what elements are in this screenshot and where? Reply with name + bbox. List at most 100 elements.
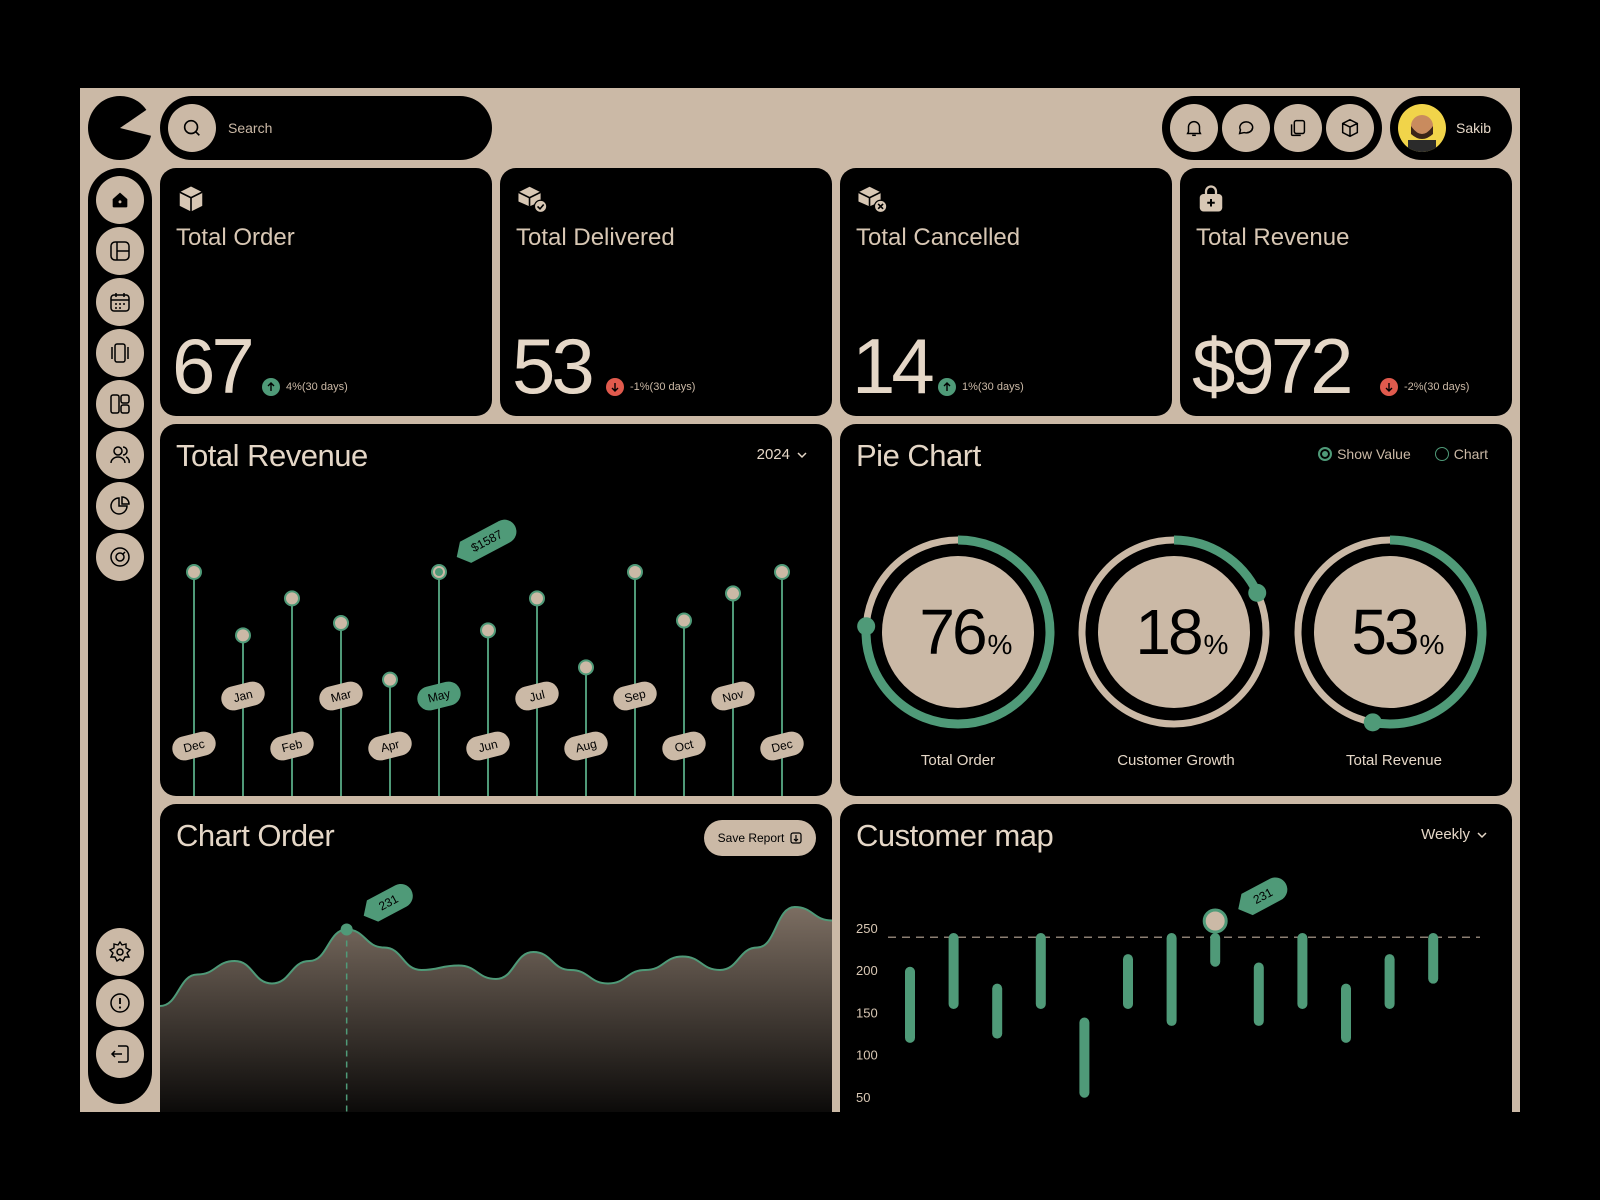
value-tag: 231 bbox=[363, 883, 413, 922]
lollipop-point bbox=[578, 659, 594, 676]
search-bar[interactable]: Search bbox=[160, 96, 492, 160]
order-panel: Chart Order Save Report 231 bbox=[160, 804, 832, 1112]
stat-card-total-delivered: Total Delivered 53 -1%(30 days) bbox=[500, 168, 832, 416]
settings-icon[interactable] bbox=[96, 928, 144, 976]
range-bar bbox=[905, 966, 915, 1043]
range-bar bbox=[948, 932, 959, 1010]
month-label: Dec bbox=[760, 731, 804, 761]
stat-change-text: 1%(30 days) bbox=[962, 381, 1024, 393]
pie-charts: 76% 18% 53% bbox=[857, 535, 1487, 732]
box-check-icon bbox=[516, 184, 548, 219]
avatar[interactable] bbox=[1398, 104, 1446, 152]
revenue-chart: DecJanFebMarAprMay$1587JunJulAugSepOctNo… bbox=[172, 519, 804, 796]
stat-card-total-revenue: Total Revenue $972 -2%(30 days) bbox=[1180, 168, 1512, 416]
home-icon[interactable] bbox=[96, 176, 144, 224]
stat-card-total-order: Total Order 67 4%(30 days) bbox=[160, 168, 492, 416]
lollipop-point bbox=[333, 615, 349, 632]
pie-icon[interactable] bbox=[96, 482, 144, 530]
month-label: Apr bbox=[368, 731, 412, 761]
y-tick-label: 50 bbox=[856, 1090, 870, 1105]
lollipop-point bbox=[186, 564, 202, 580]
donut-value: 53 bbox=[1351, 596, 1417, 668]
user-profile[interactable]: Sakib bbox=[1390, 96, 1512, 160]
y-tick-label: 250 bbox=[856, 921, 878, 936]
range-bar bbox=[1210, 932, 1221, 967]
target-icon[interactable] bbox=[96, 533, 144, 581]
chat-icon[interactable] bbox=[1222, 104, 1270, 152]
stat-change: -1%(30 days) bbox=[606, 378, 695, 396]
donut-value: 18 bbox=[1135, 596, 1201, 668]
lollipop-point-highlight bbox=[435, 568, 443, 576]
donut-percent-sign: % bbox=[1204, 629, 1229, 660]
range-bar bbox=[1123, 954, 1133, 1010]
month-label: Jan bbox=[221, 681, 265, 711]
donut-end-dot bbox=[1248, 583, 1267, 602]
lollipop-point bbox=[725, 585, 741, 602]
y-tick-label: 100 bbox=[856, 1048, 878, 1063]
stat-title: Total Order bbox=[176, 224, 295, 251]
donut-label: Total Order bbox=[920, 752, 996, 769]
carousel-icon[interactable] bbox=[96, 329, 144, 377]
logo-icon bbox=[120, 106, 152, 136]
donut-end-dot bbox=[857, 617, 876, 636]
y-tick-label: 200 bbox=[856, 963, 878, 978]
dashboard-frame: Search Sakib Total Order 67 4%(30 days) … bbox=[80, 88, 1520, 1112]
donut-label: Customer Growth bbox=[1117, 752, 1235, 769]
grid-icon[interactable] bbox=[96, 380, 144, 428]
stat-change: 4%(30 days) bbox=[262, 378, 348, 396]
lollipop-point bbox=[480, 622, 496, 639]
stat-title: Total Cancelled bbox=[856, 224, 1021, 251]
arrow-up-icon bbox=[938, 378, 956, 396]
app-logo[interactable] bbox=[88, 96, 152, 160]
month-label: Aug bbox=[564, 731, 608, 761]
stat-title: Total Revenue bbox=[1196, 224, 1350, 251]
search-input[interactable]: Search bbox=[228, 120, 272, 136]
box-icon[interactable] bbox=[1326, 104, 1374, 152]
arrow-down-icon bbox=[606, 378, 624, 396]
search-icon[interactable] bbox=[168, 104, 216, 152]
customer-map-panel: Customer map Weekly 50 100 150 200 250 231 bbox=[840, 804, 1512, 1112]
donut-value: 76 bbox=[919, 596, 985, 668]
user-name: Sakib bbox=[1456, 120, 1492, 136]
sidebar bbox=[88, 168, 152, 1104]
stat-title: Total Delivered bbox=[516, 224, 675, 251]
header-icon-bar bbox=[1162, 96, 1382, 160]
month-label: May bbox=[417, 681, 461, 711]
highlight-point bbox=[340, 923, 353, 936]
value-tag: 231 bbox=[1238, 877, 1288, 916]
users-icon[interactable] bbox=[96, 431, 144, 479]
stat-value: $972 bbox=[1192, 322, 1354, 410]
info-icon[interactable] bbox=[96, 979, 144, 1027]
month-label: Jul bbox=[515, 681, 559, 711]
month-label: Jun bbox=[466, 731, 510, 761]
arrow-down-icon bbox=[1380, 378, 1398, 396]
range-bar bbox=[1384, 954, 1395, 1010]
bell-icon[interactable] bbox=[1170, 104, 1218, 152]
stat-value: 14 bbox=[852, 322, 935, 410]
layout-icon[interactable] bbox=[96, 227, 144, 275]
month-label: Oct bbox=[662, 731, 706, 761]
lollipop-point bbox=[774, 564, 790, 580]
order-chart: 231 bbox=[160, 883, 832, 1112]
highlight-point bbox=[1202, 908, 1228, 934]
range-bar bbox=[992, 983, 1003, 1039]
logout-icon[interactable] bbox=[96, 1030, 144, 1078]
range-bar bbox=[1253, 962, 1264, 1026]
month-label: Dec bbox=[172, 731, 216, 761]
copy-icon[interactable] bbox=[1274, 104, 1322, 152]
calendar-icon[interactable] bbox=[96, 278, 144, 326]
stat-change: -2%(30 days) bbox=[1380, 378, 1469, 396]
donut-label: Total Revenue bbox=[1346, 752, 1442, 769]
range-bar bbox=[1079, 1017, 1090, 1098]
lollipop-point bbox=[676, 612, 692, 629]
month-label: Mar bbox=[319, 681, 363, 711]
pie-panel: Pie Chart Show Value Chart 76% 18% 53% Tot… bbox=[840, 424, 1512, 796]
bag-plus-icon bbox=[1196, 184, 1226, 219]
stat-value: 53 bbox=[512, 322, 595, 410]
y-tick-label: 150 bbox=[856, 1005, 878, 1020]
stat-card-total-cancelled: Total Cancelled 14 1%(30 days) bbox=[840, 168, 1172, 416]
area-fill bbox=[160, 907, 832, 1112]
month-label: Sep bbox=[613, 681, 657, 711]
stat-value: 67 bbox=[172, 322, 255, 410]
range-bar bbox=[1035, 932, 1046, 1010]
